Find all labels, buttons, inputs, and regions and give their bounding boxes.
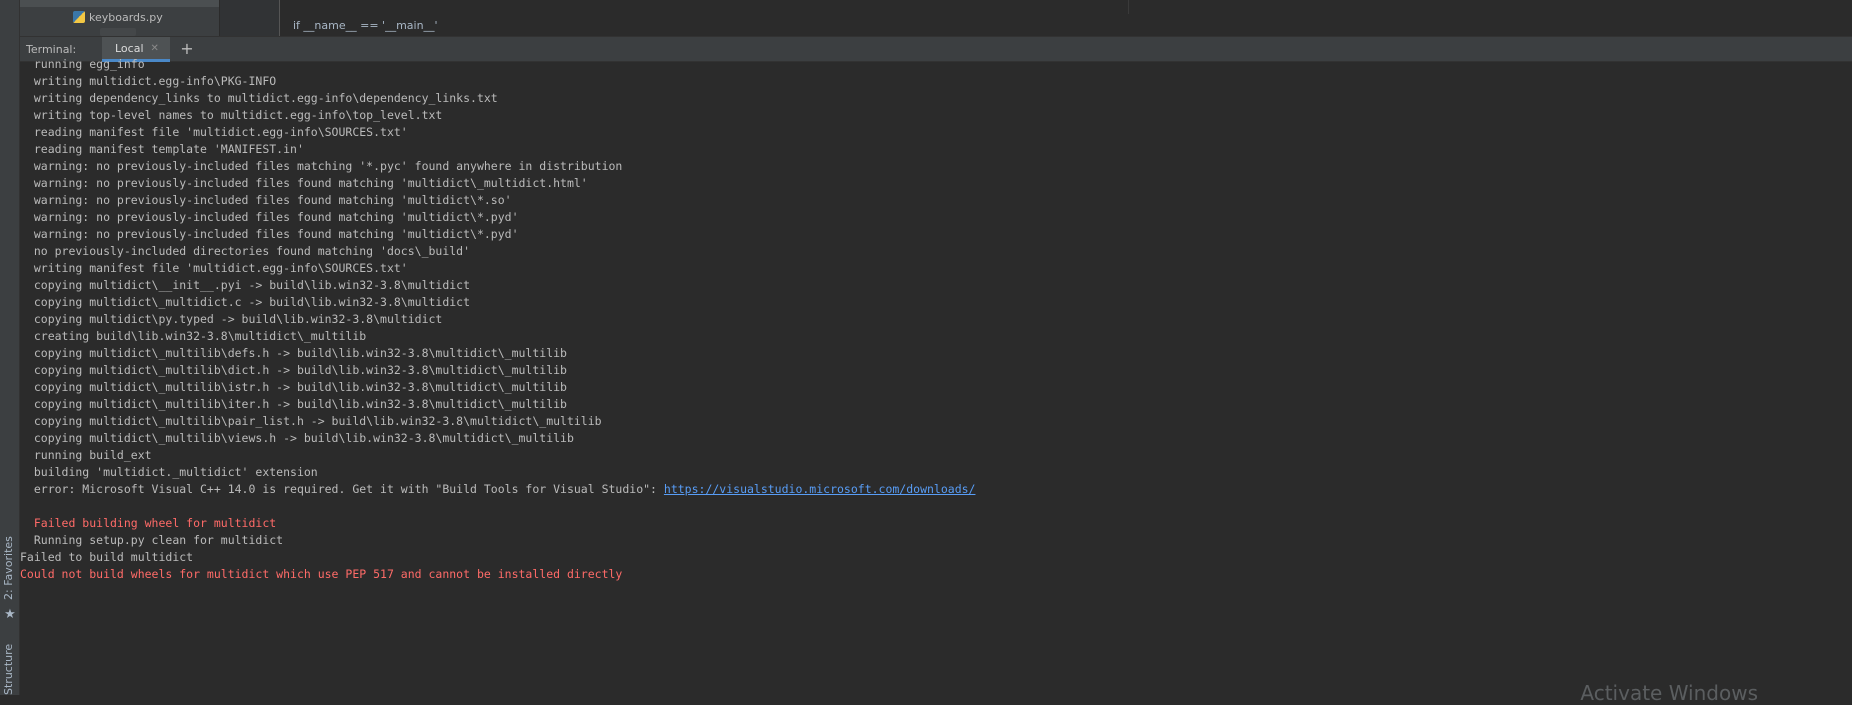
project-file-row[interactable]: keyboards.py bbox=[73, 9, 163, 25]
editor-area: keyboards.py if __name__ == '__main__' bbox=[20, 0, 1852, 36]
terminal-line-text: Failed to build multidict bbox=[20, 550, 193, 564]
terminal-line-text: copying multidict\_multilib\pair_list.h … bbox=[20, 414, 602, 428]
terminal-line-text: no previously-included directories found… bbox=[20, 244, 470, 258]
terminal-line-text: Could not build wheels for multidict whi… bbox=[20, 567, 622, 581]
terminal-link[interactable]: https://visualstudio.microsoft.com/downl… bbox=[664, 482, 976, 496]
terminal-line-text: writing top-level names to multidict.egg… bbox=[20, 108, 442, 122]
terminal-line-text: reading manifest template 'MANIFEST.in' bbox=[20, 142, 304, 156]
terminal-line-text: copying multidict\__init__.pyi -> build\… bbox=[20, 278, 470, 292]
terminal-line-text: Running setup.py clean for multidict bbox=[20, 533, 283, 547]
terminal-line-text: error: Microsoft Visual C++ 14.0 is requ… bbox=[20, 482, 664, 496]
editor-gutter bbox=[220, 0, 280, 36]
project-row-partial bbox=[100, 28, 136, 36]
left-tool-strip: ★ 2: Favorites Structure bbox=[0, 0, 20, 695]
terminal-line-text: writing manifest file 'multidict.egg-inf… bbox=[20, 261, 408, 275]
terminal-line-text: warning: no previously-included files fo… bbox=[20, 176, 588, 190]
terminal-header: Terminal: Local ✕ + bbox=[20, 36, 1852, 62]
star-icon[interactable]: ★ bbox=[3, 608, 17, 622]
close-icon[interactable]: ✕ bbox=[151, 43, 159, 54]
project-file-name: keyboards.py bbox=[89, 11, 163, 24]
project-pane: keyboards.py bbox=[20, 0, 219, 36]
add-tab-icon[interactable]: + bbox=[178, 39, 196, 59]
terminal-line-text: copying multidict\_multilib\iter.h -> bu… bbox=[20, 397, 567, 411]
editor-right-margin bbox=[1128, 0, 1129, 14]
terminal-line-text: writing dependency_links to multidict.eg… bbox=[20, 91, 498, 105]
favorites-tab[interactable]: 2: Favorites bbox=[2, 536, 15, 600]
terminal-line-text: reading manifest file 'multidict.egg-inf… bbox=[20, 125, 408, 139]
terminal-line-text: warning: no previously-included files ma… bbox=[20, 159, 622, 173]
terminal-line: Could not build wheels for multidict whi… bbox=[20, 564, 622, 584]
terminal-output[interactable]: running egg_info writing multidict.egg-i… bbox=[20, 62, 1852, 695]
terminal-line-text: copying multidict\_multidict.c -> build\… bbox=[20, 295, 470, 309]
structure-tab[interactable]: Structure bbox=[2, 644, 15, 695]
terminal-line-text: copying multidict\_multilib\views.h -> b… bbox=[20, 431, 574, 445]
editor-code-line[interactable]: if __name__ == '__main__' bbox=[293, 19, 438, 32]
python-file-icon bbox=[73, 11, 85, 23]
terminal-line-text: running egg_info bbox=[20, 57, 145, 71]
activate-windows-watermark: Activate Windows bbox=[1580, 681, 1758, 705]
project-row-selected[interactable] bbox=[20, 0, 219, 7]
terminal-line-text: creating build\lib.win32-3.8\multidict\_… bbox=[20, 329, 366, 343]
terminal-line-text: running build_ext bbox=[20, 448, 152, 462]
terminal-line-text: copying multidict\py.typed -> build\lib.… bbox=[20, 312, 442, 326]
terminal-line-text: warning: no previously-included files fo… bbox=[20, 193, 512, 207]
terminal-line-text: copying multidict\_multilib\istr.h -> bu… bbox=[20, 380, 567, 394]
terminal-line-text: writing multidict.egg-info\PKG-INFO bbox=[20, 74, 276, 88]
terminal-tab-label: Local bbox=[115, 42, 144, 55]
terminal-line-text: copying multidict\_multilib\dict.h -> bu… bbox=[20, 363, 567, 377]
terminal-line-text: warning: no previously-included files fo… bbox=[20, 210, 519, 224]
terminal-line-text: copying multidict\_multilib\defs.h -> bu… bbox=[20, 346, 567, 360]
terminal-line-text: Failed building wheel for multidict bbox=[20, 516, 276, 530]
terminal-line-text: building 'multidict._multidict' extensio… bbox=[20, 465, 318, 479]
terminal-line: error: Microsoft Visual C++ 14.0 is requ… bbox=[20, 479, 975, 499]
terminal-line-text: warning: no previously-included files fo… bbox=[20, 227, 519, 241]
